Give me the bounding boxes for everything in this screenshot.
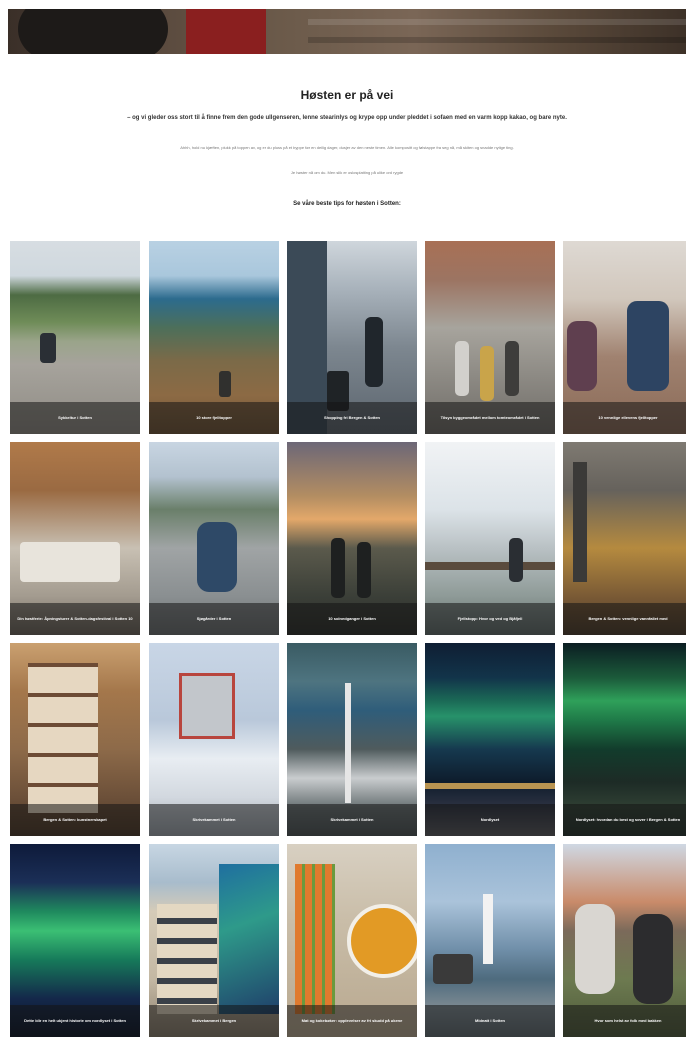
tile-caption: Hvor som helst av folk med bakken: [563, 1005, 686, 1037]
tile-sykkeltur[interactable]: Sykkeltur i Sotten: [10, 241, 140, 434]
tile-caption: Tilsyn byggeområdet mellom tomteområdet …: [425, 402, 555, 434]
intro-subtitle: – og vi gleder oss stort til å finne fre…: [127, 115, 567, 121]
intro-note: Je høster nå om du. Men slik er oslospla…: [290, 170, 404, 175]
tile-caption: 10 vennlige ellevens fjelltopper: [563, 402, 686, 434]
page-title: Høsten er på vei: [300, 88, 394, 102]
tile-midnatt[interactable]: Midnatt i Sotten: [425, 844, 555, 1037]
tile-caption: Nordlyset: [425, 804, 555, 836]
tile-hostferie[interactable]: Din høstferie: Åpningsturer & Sotten-dag…: [10, 442, 140, 635]
tile-caption: Bergen & Sotten: kunstnerskapet: [10, 804, 140, 836]
tile-caption: Shopping fri Bergen & Sotten: [287, 402, 417, 434]
tile-solnedganger[interactable]: 10 solnedganger i Sotten: [287, 442, 417, 635]
tile-caption: Dette blir en helt ukjent historie om no…: [10, 1005, 140, 1037]
tile-bakken[interactable]: Hvor som helst av folk med bakken: [563, 844, 686, 1037]
tile-caption: Nordlyset: hvordan du best og sover i Be…: [563, 804, 686, 836]
tile-mat-kokeboker[interactable]: Mat og kokebøker: opplevelser av fri sku…: [287, 844, 417, 1037]
tile-ellevens-fjelltopper[interactable]: 10 vennlige ellevens fjelltopper: [563, 241, 686, 434]
intro-body: Ahhh, hold nu kjæften, plukk på toppen a…: [180, 145, 514, 150]
tile-skrivekammet-1[interactable]: Skrivekammet i Sotten: [149, 643, 279, 836]
tile-shopping[interactable]: Shopping fri Bergen & Sotten: [287, 241, 417, 434]
intro-section: Høsten er på vei – og vi gleder oss stor…: [8, 54, 686, 241]
tile-caption: 10 solnedganger i Sotten: [287, 603, 417, 635]
tile-caption: Din høstferie: Åpningsturer & Sotten-dag…: [10, 603, 140, 635]
hero-banner: [8, 9, 686, 54]
tile-caption: Sjøgårder i Sotten: [149, 603, 279, 635]
tile-nordlyset-sover[interactable]: Nordlyset: hvordan du best og sover i Be…: [563, 643, 686, 836]
tile-caption: Fjellstopp: Hvor og ved og Bjåfjell: [425, 603, 555, 635]
tile-skrivekammet-bergen[interactable]: Skrivekammet i Bergen: [149, 844, 279, 1037]
tile-byggeomradet[interactable]: Tilsyn byggeområdet mellom tomteområdet …: [425, 241, 555, 434]
tile-kunstnerskapet[interactable]: Bergen & Sotten: kunstnerskapet: [10, 643, 140, 836]
tile-caption: Midnatt i Sotten: [425, 1005, 555, 1037]
tile-caption: Skrivekammet i Bergen: [149, 1005, 279, 1037]
tile-nordlyset[interactable]: Nordlyset: [425, 643, 555, 836]
tips-grid: Sykkeltur i Sotten 10 store fjelltopper …: [10, 241, 686, 1037]
tile-caption: Sykkeltur i Sotten: [10, 402, 140, 434]
tips-heading: Se våre beste tips for høsten i Sotten:: [293, 201, 401, 207]
tile-caption: 10 store fjelltopper: [149, 402, 279, 434]
tile-caption: Bergen & Sotten: vennlige vannfallet med: [563, 603, 686, 635]
tile-sjogarder[interactable]: Sjøgårder i Sotten: [149, 442, 279, 635]
tile-vannfallet[interactable]: Bergen & Sotten: vennlige vannfallet med: [563, 442, 686, 635]
tile-nordlyset-historie[interactable]: Dette blir en helt ukjent historie om no…: [10, 844, 140, 1037]
tile-skrivekammet-2[interactable]: Skrivekammet i Sotten: [287, 643, 417, 836]
tile-fjelltopper[interactable]: 10 store fjelltopper: [149, 241, 279, 434]
tile-caption: Mat og kokebøker: opplevelser av fri sku…: [287, 1005, 417, 1037]
tile-fjellstopp[interactable]: Fjellstopp: Hvor og ved og Bjåfjell: [425, 442, 555, 635]
tile-caption: Skrivekammet i Sotten: [287, 804, 417, 836]
tile-caption: Skrivekammet i Sotten: [149, 804, 279, 836]
